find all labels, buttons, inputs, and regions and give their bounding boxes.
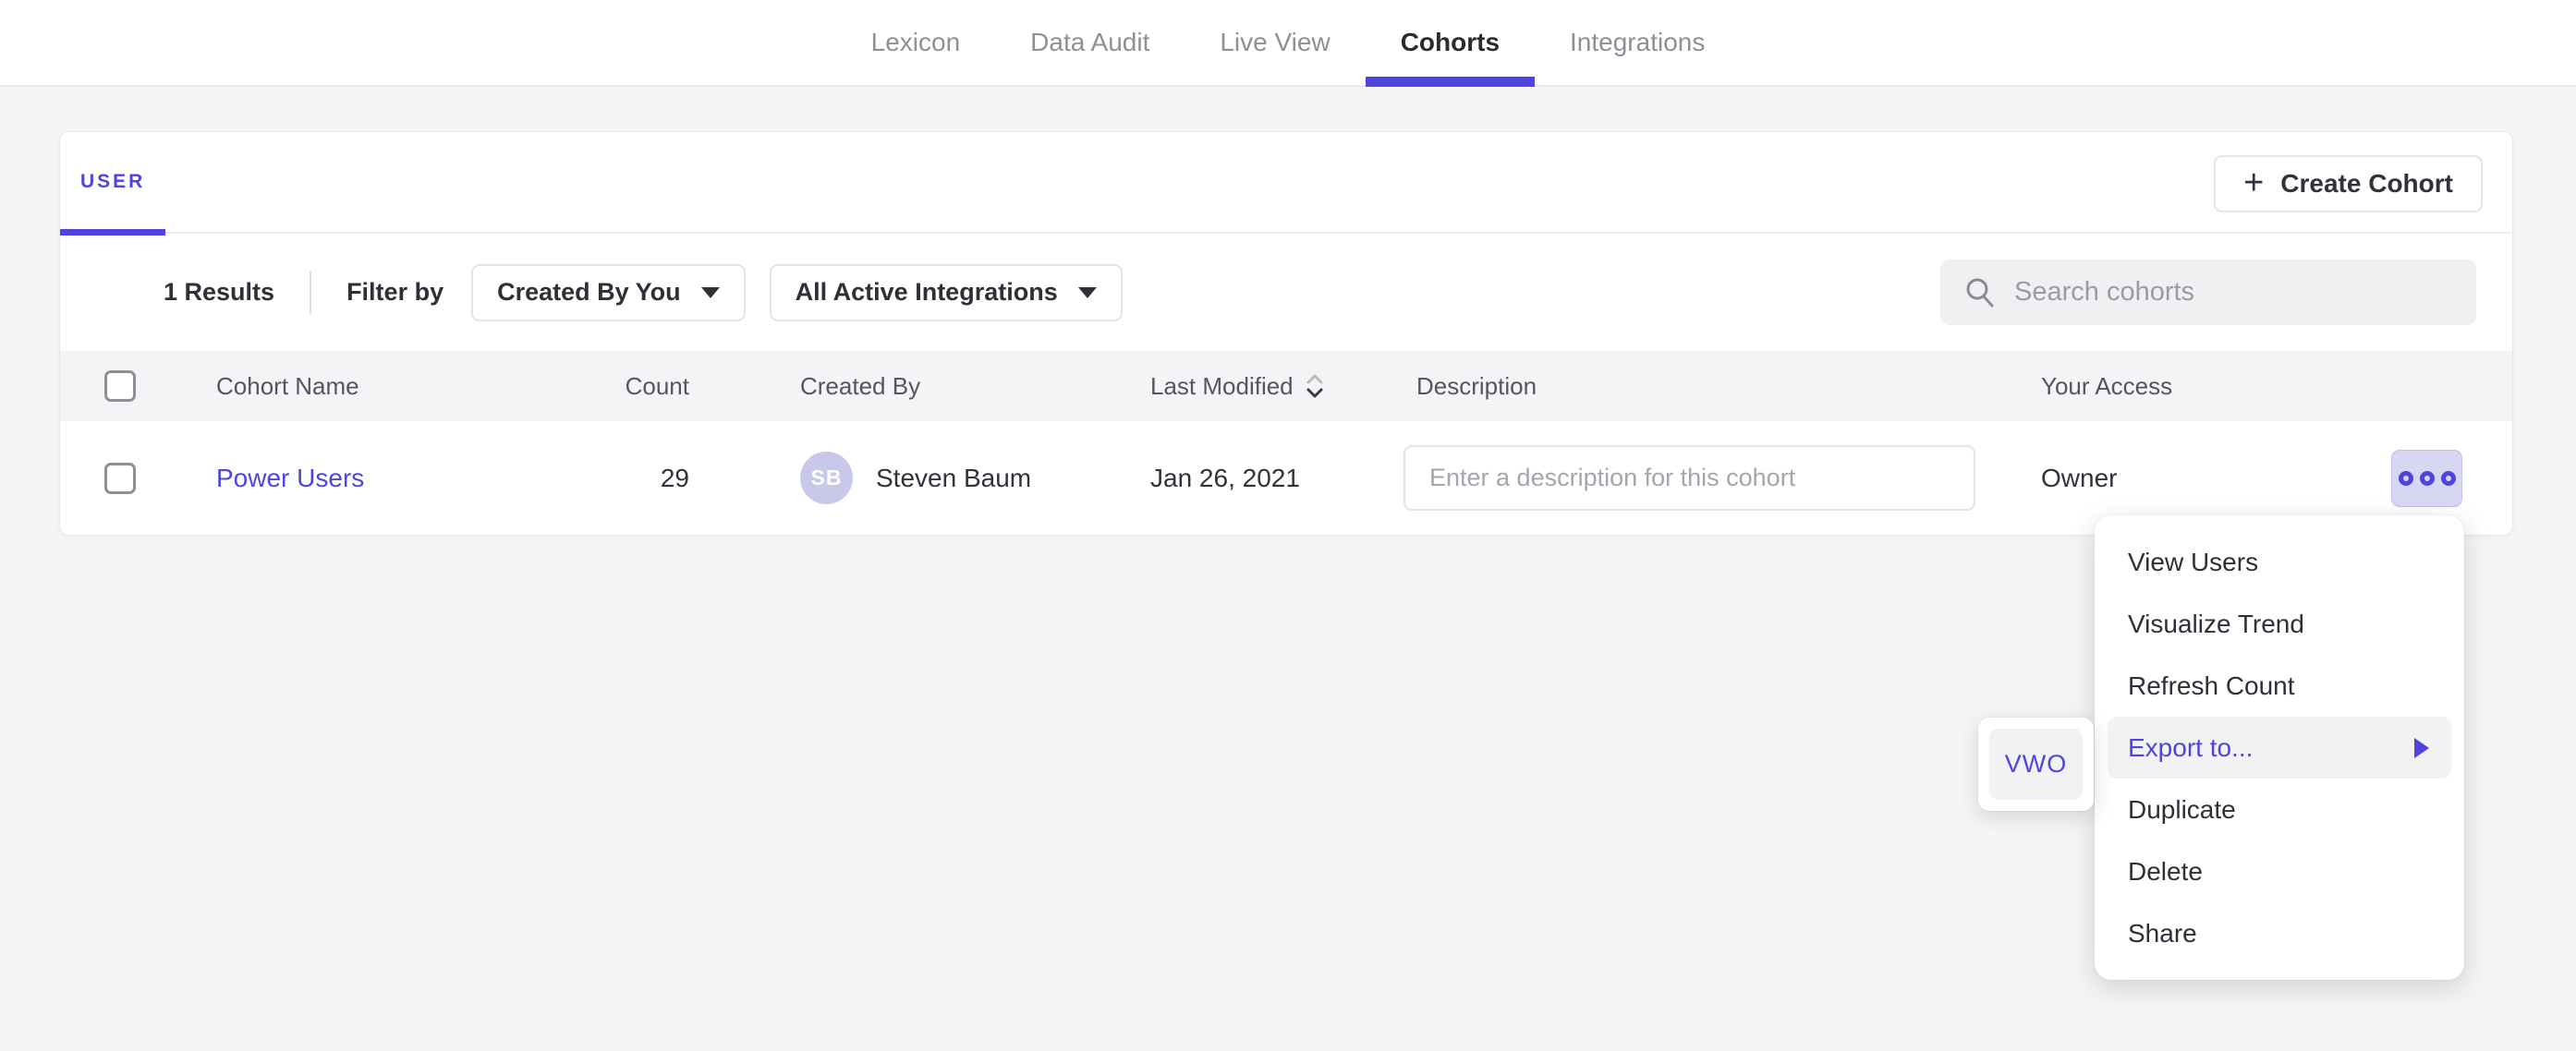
row-context-menu: View Users Visualize Trend Refresh Count… bbox=[2095, 515, 2464, 980]
more-icon bbox=[2399, 471, 2413, 486]
column-header-count[interactable]: Count bbox=[611, 372, 689, 401]
filter-by-label: Filter by bbox=[346, 278, 444, 307]
integrations-filter-label: All Active Integrations bbox=[796, 278, 1058, 307]
search-cohorts-input[interactable] bbox=[2014, 277, 2454, 308]
menu-item-view-users[interactable]: View Users bbox=[2095, 531, 2464, 593]
created-by-cell: SB Steven Baum bbox=[689, 452, 1150, 504]
sort-icon[interactable] bbox=[1305, 371, 1325, 401]
active-tab-underline bbox=[1366, 77, 1535, 87]
integrations-filter-dropdown[interactable]: All Active Integrations bbox=[770, 264, 1123, 321]
table-header: Cohort Name Count Created By Last Modifi… bbox=[60, 351, 2512, 421]
nav-tab-lexicon[interactable]: Lexicon bbox=[836, 0, 996, 85]
menu-item-refresh-count[interactable]: Refresh Count bbox=[2095, 655, 2464, 717]
nav-tab-integrations[interactable]: Integrations bbox=[1535, 0, 1740, 85]
nav-tab-cohorts-label: Cohorts bbox=[1401, 28, 1500, 57]
top-nav: Lexicon Data Audit Live View Cohorts Int… bbox=[0, 0, 2576, 87]
tab-user-underline bbox=[60, 229, 165, 236]
export-submenu: VWO bbox=[1978, 718, 2094, 811]
cohort-count: 29 bbox=[611, 464, 689, 493]
create-cohort-label: Create Cohort bbox=[2280, 169, 2453, 199]
menu-item-export-to[interactable]: Export to... bbox=[2108, 717, 2451, 779]
column-header-created-by[interactable]: Created By bbox=[689, 372, 1150, 401]
created-by-filter-dropdown[interactable]: Created By You bbox=[471, 264, 746, 321]
search-icon bbox=[1962, 275, 1998, 310]
submenu-arrow-icon bbox=[2414, 738, 2429, 758]
more-icon bbox=[2441, 471, 2456, 486]
create-cohort-button[interactable]: + Create Cohort bbox=[2214, 155, 2483, 212]
select-all-checkbox[interactable] bbox=[104, 370, 136, 402]
column-header-last-modified[interactable]: Last Modified bbox=[1150, 371, 1403, 401]
access-value: Owner bbox=[1975, 464, 2391, 493]
chevron-down-icon bbox=[1078, 287, 1097, 298]
chevron-down-icon bbox=[701, 287, 720, 298]
nav-tab-data-audit[interactable]: Data Audit bbox=[995, 0, 1185, 85]
avatar: SB bbox=[800, 452, 853, 504]
tab-user[interactable]: USER bbox=[60, 132, 165, 232]
row-actions-button[interactable] bbox=[2391, 450, 2462, 507]
menu-item-duplicate[interactable]: Duplicate bbox=[2095, 779, 2464, 840]
last-modified-date: Jan 26, 2021 bbox=[1150, 464, 1403, 493]
submenu-item-vwo[interactable]: VWO bbox=[1989, 729, 2083, 800]
column-header-last-modified-label: Last Modified bbox=[1150, 372, 1294, 401]
more-icon bbox=[2420, 471, 2435, 486]
column-header-cohort-name[interactable]: Cohort Name bbox=[216, 372, 611, 401]
cohorts-card: USER + Create Cohort 1 Results Filter by… bbox=[59, 131, 2513, 536]
cohort-name-link[interactable]: Power Users bbox=[216, 464, 364, 492]
created-by-filter-label: Created By You bbox=[497, 278, 681, 307]
created-by-name: Steven Baum bbox=[876, 464, 1031, 493]
results-count: 1 Results bbox=[164, 278, 274, 307]
column-header-your-access[interactable]: Your Access bbox=[1975, 372, 2391, 401]
nav-tab-live-view[interactable]: Live View bbox=[1185, 0, 1365, 85]
column-header-description[interactable]: Description bbox=[1403, 372, 1975, 401]
menu-item-delete[interactable]: Delete bbox=[2095, 840, 2464, 902]
description-input[interactable] bbox=[1403, 445, 1975, 511]
row-checkbox[interactable] bbox=[104, 463, 136, 494]
search-cohorts-box bbox=[1940, 260, 2476, 325]
tab-user-label: USER bbox=[80, 171, 145, 193]
nav-tab-cohorts[interactable]: Cohorts bbox=[1366, 0, 1535, 85]
filter-row: 1 Results Filter by Created By You All A… bbox=[60, 234, 2512, 351]
divider bbox=[310, 272, 311, 314]
menu-item-share[interactable]: Share bbox=[2095, 902, 2464, 964]
card-header: USER + Create Cohort bbox=[60, 132, 2512, 234]
menu-item-export-to-label: Export to... bbox=[2128, 733, 2253, 763]
plus-icon: + bbox=[2243, 165, 2264, 200]
menu-item-visualize-trend[interactable]: Visualize Trend bbox=[2095, 593, 2464, 655]
